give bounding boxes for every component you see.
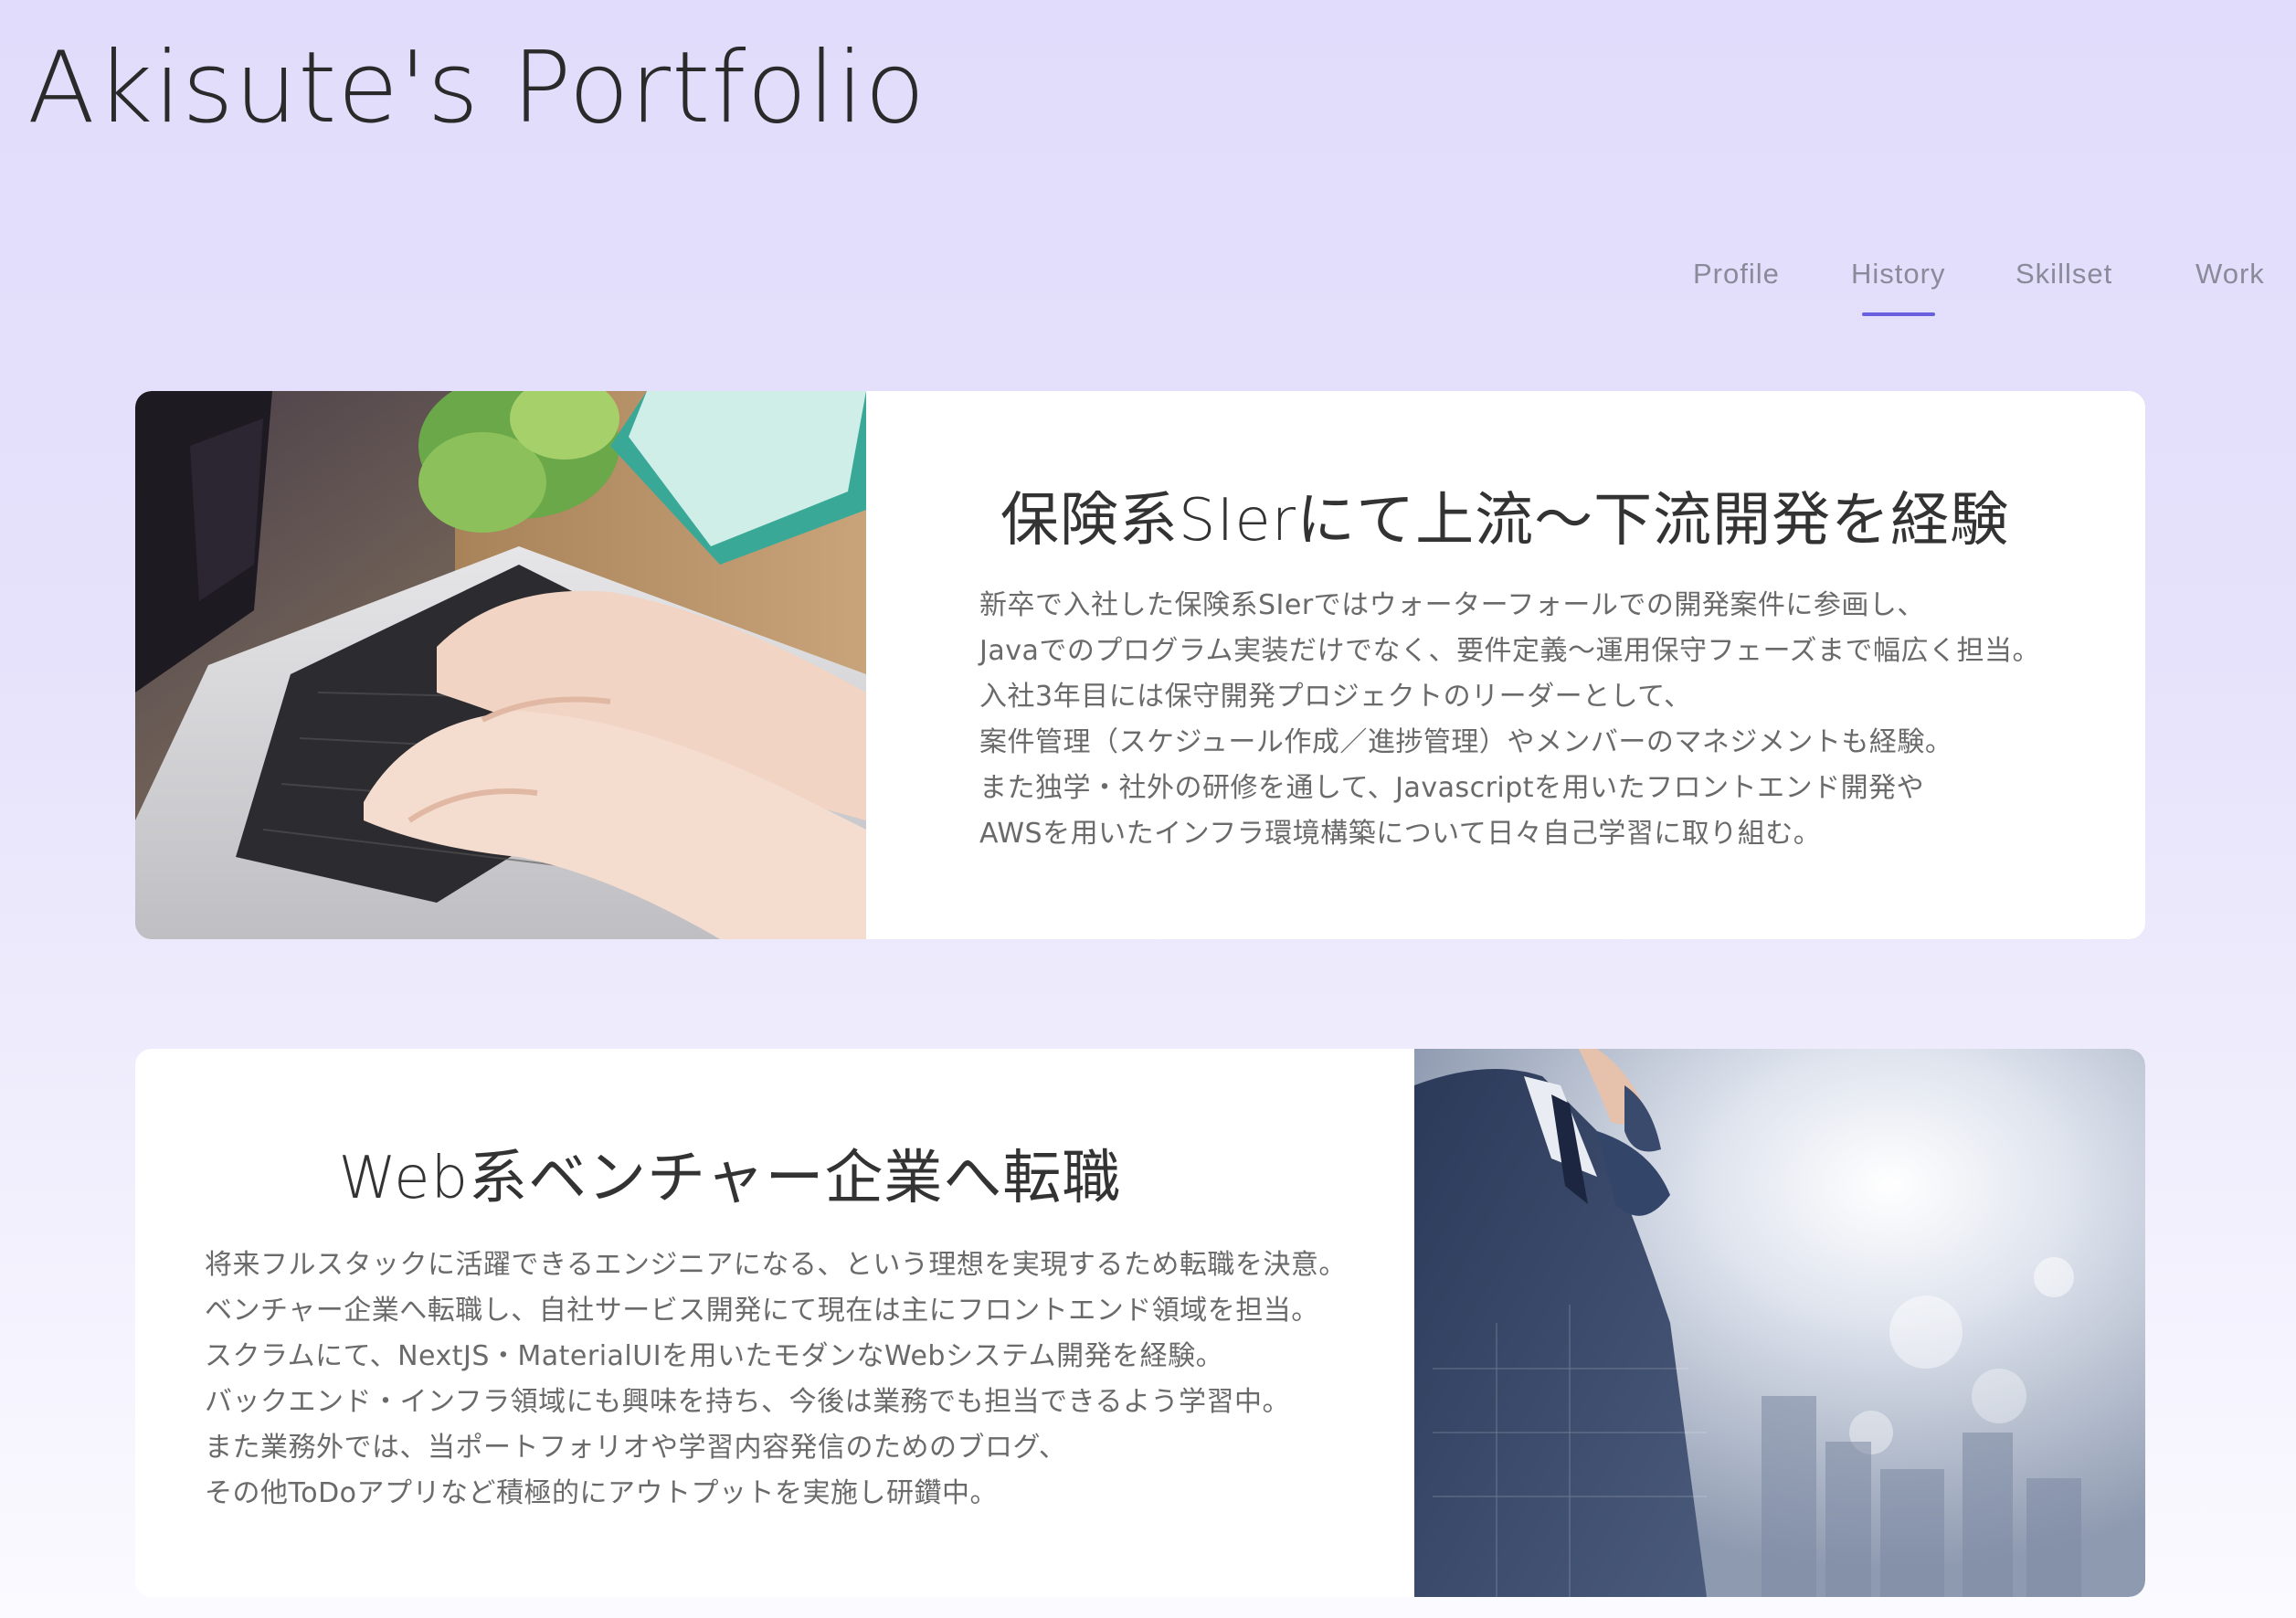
body-line: 入社3年目には保守開発プロジェクトのリーダーとして、 xyxy=(979,681,1692,713)
nav-item-profile[interactable]: Profile xyxy=(1693,258,1780,291)
history-card-title: Web系ベンチャー企業へ転職 xyxy=(338,1145,1122,1212)
main-nav: Profile History Skillset Work xyxy=(1656,247,2296,320)
laptop-typing-photo xyxy=(135,391,866,939)
history-card-title: 保険系SIerにて上流〜下流開発を経験 xyxy=(1000,487,2010,555)
businessman-city-photo xyxy=(1414,1049,2145,1597)
body-line: ベンチャー企業へ転職し、自社サービス開発にて現在は主にフロントエンド領域を担当。 xyxy=(205,1295,1319,1327)
history-card-venture: Web系ベンチャー企業へ転職 将来フルスタックに活躍できるエンジニアになる、とい… xyxy=(135,1049,2145,1597)
history-card-body: 新卒で入社した保険系SIerではウォーターフォールでの開発案件に参画し、 Jav… xyxy=(979,583,2040,857)
site-title: Akisute's Portfolio xyxy=(27,31,926,145)
body-line: AWSを用いたインフラ環境構築について日々自己学習に取り組む。 xyxy=(979,818,1822,850)
body-line: 新卒で入社した保険系SIerではウォーターフォールでの開発案件に参画し、 xyxy=(979,589,1925,621)
nav-item-work[interactable]: Work xyxy=(2195,258,2265,291)
body-line: バックエンド・インフラ領域にも興味を持ち、今後は業務でも担当できるよう学習中。 xyxy=(205,1386,1290,1418)
body-line: また独学・社外の研修を通して、Javascriptを用いたフロントエンド開発や xyxy=(979,772,1925,804)
nav-item-history[interactable]: History xyxy=(1851,258,1945,291)
body-line: その他ToDoアプリなど積極的にアウトプットを実施し研鑽中。 xyxy=(205,1477,999,1509)
body-line: スクラムにて、NextJS・MaterialUIを用いたモダンなWebシステム開… xyxy=(205,1340,1224,1372)
history-card-text: 保険系SIerにて上流〜下流開発を経験 新卒で入社した保険系SIerではウォータ… xyxy=(979,391,2131,939)
history-card-sier: 保険系SIerにて上流〜下流開発を経験 新卒で入社した保険系SIerではウォータ… xyxy=(135,391,2145,939)
body-line: 案件管理（スケジュール作成／進捗管理）やメンバーのマネジメントも経験。 xyxy=(979,726,1953,758)
body-line: Javaでのプログラム実装だけでなく、要件定義〜運用保守フェーズまで幅広く担当。 xyxy=(979,635,2040,667)
body-line: 将来フルスタックに活躍できるエンジニアになる、という理想を実現するため転職を決意… xyxy=(205,1249,1347,1281)
history-card-text: Web系ベンチャー企業へ転職 将来フルスタックに活躍できるエンジニアになる、とい… xyxy=(205,1049,1356,1597)
body-line: また業務外では、当ポートフォリオや学習内容発信のためのブログ、 xyxy=(205,1432,1067,1464)
nav-active-indicator xyxy=(1862,312,1935,316)
history-card-body: 将来フルスタックに活躍できるエンジニアになる、という理想を実現するため転職を決意… xyxy=(205,1243,1347,1517)
nav-item-skillset[interactable]: Skillset xyxy=(2016,258,2112,291)
